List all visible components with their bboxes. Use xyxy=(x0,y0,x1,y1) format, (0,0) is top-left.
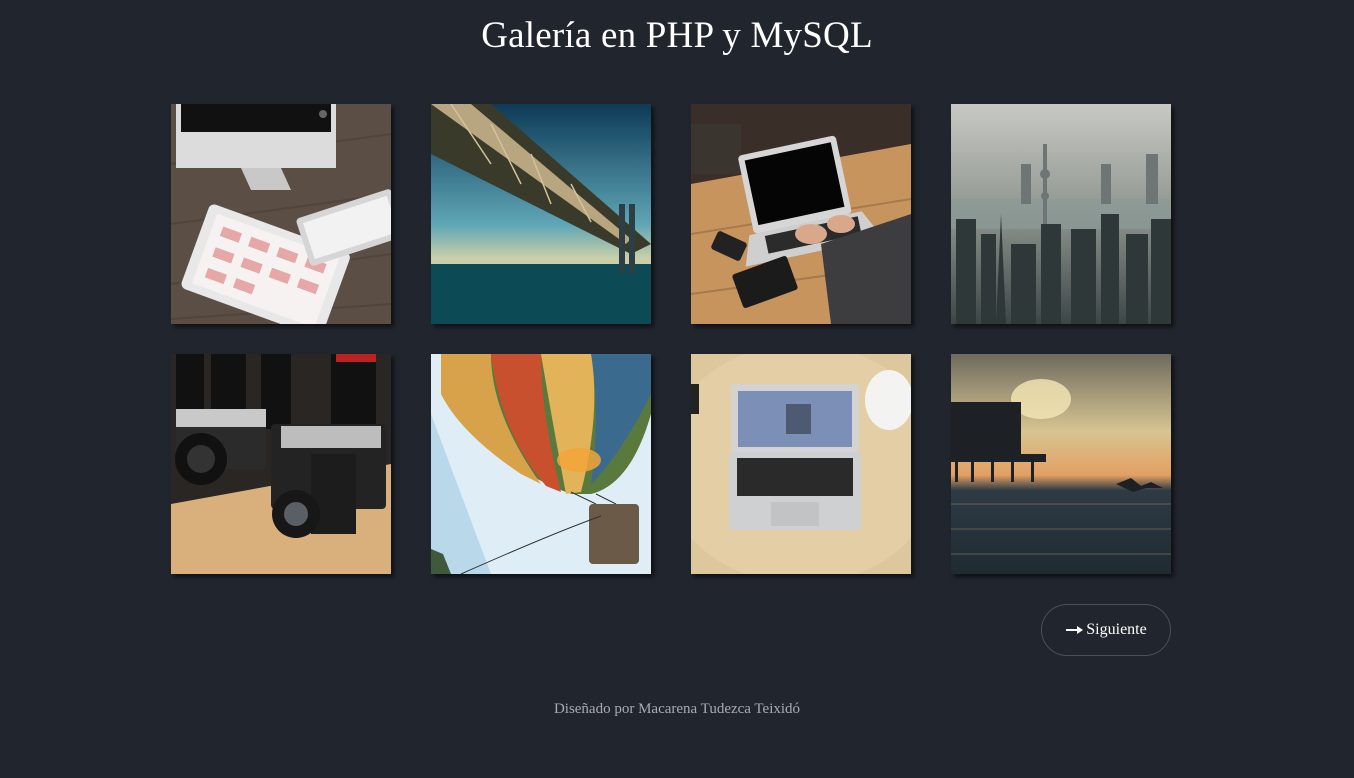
gallery-image-laptop-typing[interactable] xyxy=(691,104,911,324)
arrow-right-icon xyxy=(1066,626,1084,634)
page-title: Galería en PHP y MySQL xyxy=(481,15,873,56)
gallery-image-macbook[interactable] xyxy=(691,354,911,574)
next-page-label: Siguiente xyxy=(1086,621,1147,638)
gallery-image-pier-sunset[interactable] xyxy=(951,354,1171,574)
gallery-image-bridge[interactable] xyxy=(431,104,651,324)
gallery-image-city[interactable] xyxy=(951,104,1171,324)
image-gallery xyxy=(171,104,1171,574)
gallery-image-desk[interactable] xyxy=(171,104,391,324)
footer-credit: Diseñado por Macarena Tudezca Teixidó xyxy=(553,701,801,717)
gallery-image-cameras[interactable] xyxy=(171,354,391,574)
next-page-button[interactable]: Siguiente xyxy=(1041,604,1171,656)
gallery-image-balloon[interactable] xyxy=(431,354,651,574)
